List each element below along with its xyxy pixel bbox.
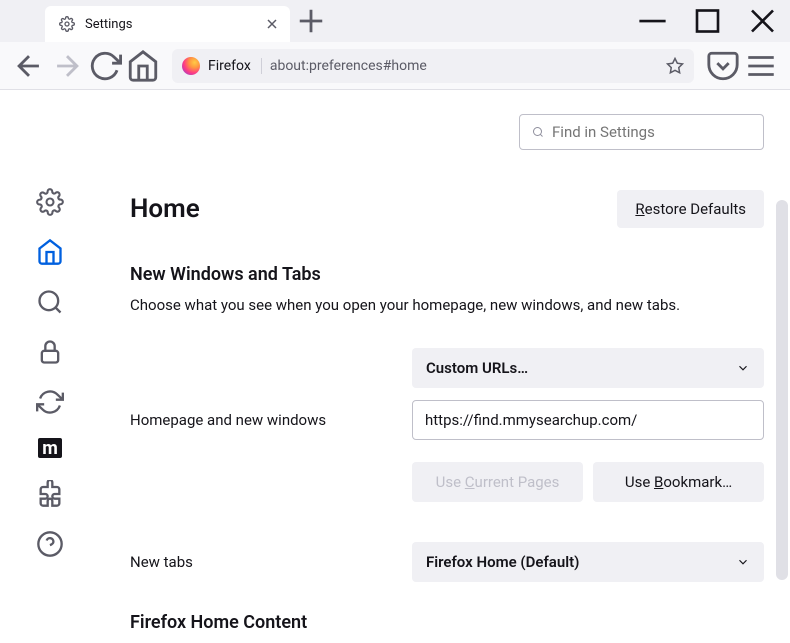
sidebar-extensions-icon[interactable] bbox=[36, 480, 64, 508]
pocket-icon[interactable] bbox=[706, 49, 740, 83]
section-heading-firefox-home: Firefox Home Content bbox=[130, 612, 764, 633]
sidebar-sync-icon[interactable] bbox=[36, 388, 64, 416]
use-current-pages-button[interactable]: Use Current Pages bbox=[412, 462, 583, 502]
titlebar: Settings bbox=[0, 0, 790, 42]
browser-tab[interactable]: Settings bbox=[45, 6, 290, 42]
homepage-url-input[interactable] bbox=[412, 400, 764, 440]
sidebar-help-icon[interactable] bbox=[36, 530, 64, 558]
section-heading-new-windows: New Windows and Tabs bbox=[130, 264, 764, 285]
back-button[interactable] bbox=[12, 49, 46, 83]
url-text: about:preferences#home bbox=[270, 58, 658, 74]
chevron-down-icon bbox=[736, 361, 750, 375]
settings-main: Home Restore Defaults New Windows and Ta… bbox=[100, 90, 790, 643]
maximize-button[interactable] bbox=[680, 0, 735, 42]
homepage-mode-dropdown[interactable]: Custom URLs… bbox=[412, 348, 764, 388]
chevron-down-icon bbox=[736, 555, 750, 569]
dropdown-value: Custom URLs… bbox=[426, 359, 528, 377]
homepage-url-row: Homepage and new windows bbox=[130, 400, 764, 440]
tab-title: Settings bbox=[85, 17, 254, 32]
close-icon[interactable] bbox=[264, 16, 280, 32]
homepage-label: Homepage and new windows bbox=[130, 411, 412, 429]
page-header: Home Restore Defaults bbox=[130, 190, 764, 228]
homepage-dropdown-row: Custom URLs… bbox=[130, 348, 764, 388]
sidebar-search-icon[interactable] bbox=[36, 288, 64, 316]
search-icon bbox=[532, 124, 544, 140]
sidebar-privacy-icon[interactable] bbox=[36, 338, 64, 366]
find-in-settings-input[interactable] bbox=[552, 123, 751, 141]
reload-button[interactable] bbox=[88, 49, 122, 83]
url-bar[interactable]: Firefox about:preferences#home bbox=[172, 49, 694, 83]
minimize-button[interactable] bbox=[625, 0, 680, 42]
sidebar-m-badge[interactable]: m bbox=[38, 438, 62, 458]
home-icon[interactable] bbox=[126, 49, 160, 83]
gear-icon bbox=[59, 16, 75, 32]
forward-button[interactable] bbox=[50, 49, 84, 83]
firefox-icon bbox=[182, 57, 200, 75]
find-in-settings[interactable] bbox=[519, 114, 764, 150]
window-controls bbox=[625, 0, 790, 42]
navigation-toolbar: Firefox about:preferences#home bbox=[0, 42, 790, 90]
content-area: m Home Restore Defaults New Windows and … bbox=[0, 90, 790, 643]
dropdown-value: Firefox Home (Default) bbox=[426, 553, 579, 571]
newtabs-row: New tabs Firefox Home (Default) bbox=[130, 542, 764, 582]
newtabs-label: New tabs bbox=[130, 553, 412, 571]
page-title: Home bbox=[130, 194, 200, 224]
new-tab-button[interactable] bbox=[296, 6, 326, 36]
newtabs-dropdown[interactable]: Firefox Home (Default) bbox=[412, 542, 764, 582]
section-description: Choose what you see when you open your h… bbox=[130, 295, 764, 316]
bookmark-star-icon[interactable] bbox=[666, 57, 684, 75]
identity-label: Firefox bbox=[208, 58, 262, 74]
homepage-buttons-row: Use Current Pages Use Bookmark… bbox=[130, 452, 764, 530]
menu-button[interactable] bbox=[744, 49, 778, 83]
sidebar-home-icon[interactable] bbox=[36, 238, 64, 266]
sidebar-general-icon[interactable] bbox=[36, 188, 64, 216]
scrollbar[interactable] bbox=[776, 200, 788, 580]
settings-sidebar: m bbox=[0, 90, 100, 643]
use-bookmark-button[interactable]: Use Bookmark… bbox=[593, 462, 764, 502]
close-window-button[interactable] bbox=[735, 0, 790, 42]
restore-defaults-button[interactable]: Restore Defaults bbox=[617, 190, 764, 228]
